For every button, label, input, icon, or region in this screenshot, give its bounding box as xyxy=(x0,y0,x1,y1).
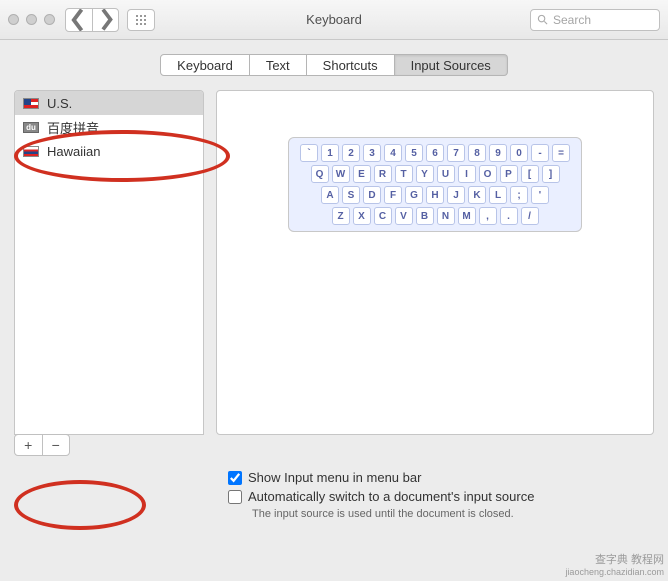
keyboard-key: O xyxy=(479,165,497,183)
keyboard-key: Z xyxy=(332,207,350,225)
keyboard-key: H xyxy=(426,186,444,204)
search-placeholder: Search xyxy=(553,13,591,27)
search-icon xyxy=(537,14,548,25)
grid-icon xyxy=(135,14,147,26)
keyboard-key: Y xyxy=(416,165,434,183)
back-button[interactable] xyxy=(66,9,92,31)
keyboard-key: A xyxy=(321,186,339,204)
nav-back-forward-group xyxy=(65,8,119,32)
search-input[interactable]: Search xyxy=(530,9,660,31)
keyboard-key: N xyxy=(437,207,455,225)
chevron-left-icon xyxy=(66,8,92,32)
list-item-label: Hawaiian xyxy=(47,144,100,159)
keyboard-key: 2 xyxy=(342,144,360,162)
keyboard-key: M xyxy=(458,207,476,225)
flag-hawaii-icon xyxy=(23,146,39,157)
tab-keyboard[interactable]: Keyboard xyxy=(160,54,250,76)
keyboard-key: R xyxy=(374,165,392,183)
list-item-label: U.S. xyxy=(47,96,72,111)
traffic-lights xyxy=(8,14,55,25)
auto-switch-checkbox[interactable] xyxy=(228,490,242,504)
keyboard-key: E xyxy=(353,165,371,183)
list-item-label: 百度拼音 xyxy=(47,118,99,137)
keyboard-key: / xyxy=(521,207,539,225)
forward-button[interactable] xyxy=(92,9,118,31)
keyboard-key: Q xyxy=(311,165,329,183)
keyboard-key: J xyxy=(447,186,465,204)
keyboard-key: 9 xyxy=(489,144,507,162)
keyboard-key: ` xyxy=(300,144,318,162)
keyboard-key: 1 xyxy=(321,144,339,162)
keyboard-key: W xyxy=(332,165,350,183)
keyboard-key: 0 xyxy=(510,144,528,162)
keyboard-key: I xyxy=(458,165,476,183)
add-remove-group: + − xyxy=(14,434,70,456)
keyboard-key: - xyxy=(531,144,549,162)
show-input-menu-label: Show Input menu in menu bar xyxy=(248,470,421,485)
tab-text[interactable]: Text xyxy=(250,54,307,76)
input-sources-list[interactable]: U.S. du 百度拼音 Hawaiian xyxy=(14,90,204,435)
keyboard-key: X xyxy=(353,207,371,225)
keyboard-key: , xyxy=(479,207,497,225)
keyboard-key: [ xyxy=(521,165,539,183)
keyboard-key: P xyxy=(500,165,518,183)
auto-switch-hint: The input source is used until the docum… xyxy=(252,508,654,520)
keyboard-preview-panel: `1234567890-= QWERTYUIOP[] ASDFGHJKL;' Z… xyxy=(216,90,654,435)
keyboard-layout-preview: `1234567890-= QWERTYUIOP[] ASDFGHJKL;' Z… xyxy=(288,137,582,232)
show-all-prefs-button[interactable] xyxy=(127,9,155,31)
flag-us-icon xyxy=(23,98,39,109)
baidu-du-icon: du xyxy=(23,122,39,133)
titlebar: Keyboard Search xyxy=(0,0,668,40)
keyboard-key: U xyxy=(437,165,455,183)
annotation-oval-plusminus xyxy=(14,480,146,530)
keyboard-key: . xyxy=(500,207,518,225)
keyboard-key: D xyxy=(363,186,381,204)
list-item-us[interactable]: U.S. xyxy=(15,91,203,115)
keyboard-key: ' xyxy=(531,186,549,204)
keyboard-key: F xyxy=(384,186,402,204)
keyboard-key: ] xyxy=(542,165,560,183)
add-input-source-button[interactable]: + xyxy=(15,435,42,455)
keyboard-key: S xyxy=(342,186,360,204)
keyboard-key: V xyxy=(395,207,413,225)
plus-icon: + xyxy=(24,437,32,453)
minus-icon: − xyxy=(52,437,60,453)
keyboard-key: 4 xyxy=(384,144,402,162)
show-input-menu-checkbox[interactable] xyxy=(228,471,242,485)
remove-input-source-button[interactable]: − xyxy=(42,435,70,455)
keyboard-key: 8 xyxy=(468,144,486,162)
auto-switch-label: Automatically switch to a document's inp… xyxy=(248,489,534,504)
keyboard-key: T xyxy=(395,165,413,183)
keyboard-key: K xyxy=(468,186,486,204)
tab-input-sources[interactable]: Input Sources xyxy=(395,54,508,76)
keyboard-key: = xyxy=(552,144,570,162)
keyboard-key: 6 xyxy=(426,144,444,162)
close-window-button[interactable] xyxy=(8,14,19,25)
keyboard-key: C xyxy=(374,207,392,225)
minimize-window-button[interactable] xyxy=(26,14,37,25)
tab-shortcuts[interactable]: Shortcuts xyxy=(307,54,395,76)
list-item-baidu-pinyin[interactable]: du 百度拼音 xyxy=(15,115,203,139)
keyboard-key: G xyxy=(405,186,423,204)
tab-bar: Keyboard Text Shortcuts Input Sources xyxy=(14,54,654,76)
keyboard-key: 3 xyxy=(363,144,381,162)
chevron-right-icon xyxy=(93,8,118,32)
keyboard-key: B xyxy=(416,207,434,225)
keyboard-key: L xyxy=(489,186,507,204)
keyboard-key: 5 xyxy=(405,144,423,162)
watermark: 查字典 教程网 jiaocheng.chazidian.com xyxy=(565,551,664,577)
keyboard-key: 7 xyxy=(447,144,465,162)
zoom-window-button[interactable] xyxy=(44,14,55,25)
keyboard-key: ; xyxy=(510,186,528,204)
list-item-hawaiian[interactable]: Hawaiian xyxy=(15,139,203,163)
